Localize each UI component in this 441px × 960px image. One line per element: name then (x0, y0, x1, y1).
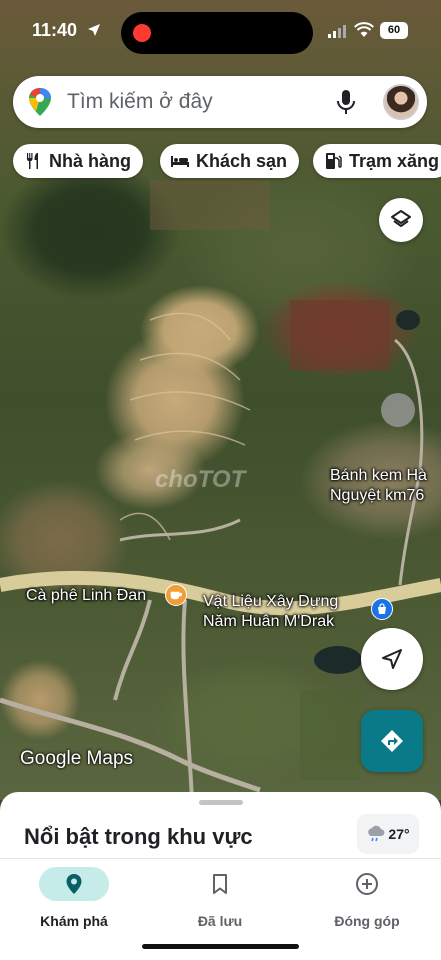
search-input[interactable]: Tìm kiếm ở đây (67, 90, 213, 114)
battery-indicator: 60 (380, 22, 408, 39)
navigation-arrow-icon (382, 649, 402, 669)
location-arrow-icon (88, 24, 100, 36)
category-chips: Nhà hàng Khách sạn Trạm xăng (0, 144, 441, 180)
add-circle-icon (356, 873, 378, 895)
nav-explore-pill (39, 867, 109, 901)
search-bar[interactable]: Tìm kiếm ở đây (13, 76, 427, 128)
nav-contribute-pill (332, 867, 402, 901)
google-maps-pin-icon (29, 88, 51, 116)
bakery-label-line1: Bánh kem Hà (330, 467, 427, 484)
weather-badge[interactable]: 27° (357, 814, 419, 854)
nav-saved[interactable]: Đã lưu (160, 867, 280, 937)
nav-explore[interactable]: Khám phá (14, 867, 134, 937)
chip-label: Nhà hàng (49, 150, 132, 171)
cellular-signal-icon (328, 25, 346, 38)
gas-pump-icon (326, 153, 342, 169)
poi-label-bakery[interactable]: Bánh kem Hà Nguyệt km76 (330, 466, 427, 506)
directions-button[interactable] (361, 710, 423, 772)
bookmark-icon (213, 874, 227, 894)
cafe-icon[interactable] (165, 584, 187, 606)
recording-indicator-icon (133, 24, 151, 42)
weather-temperature: 27° (388, 826, 410, 842)
watermark-text: choTOT (155, 466, 246, 493)
store-label-line2: Năm Huân M'Drak (203, 613, 335, 630)
nav-label: Đóng góp (334, 913, 400, 929)
sheet-drag-handle[interactable] (199, 800, 243, 805)
explore-pin-icon (66, 874, 82, 894)
chip-gas-stations[interactable]: Trạm xăng (313, 144, 441, 178)
sheet-title: Nổi bật trong khu vực (24, 824, 253, 849)
rain-cloud-icon (368, 825, 385, 842)
bakery-label-line2: Nguyệt km76 (330, 487, 425, 504)
dynamic-island (121, 12, 313, 54)
chip-label: Trạm xăng (349, 150, 440, 171)
nav-contribute[interactable]: Đóng góp (307, 867, 427, 937)
nav-label: Khám phá (40, 913, 108, 929)
layers-button[interactable] (379, 198, 423, 242)
layers-icon (391, 210, 411, 227)
status-time: 11:40 (32, 20, 78, 40)
bed-icon (171, 156, 189, 167)
my-location-button[interactable] (361, 628, 423, 690)
google-maps-logo: Google Maps (20, 748, 134, 769)
directions-icon (381, 730, 403, 752)
avatar[interactable] (383, 84, 419, 120)
nav-saved-pill (185, 867, 255, 901)
chip-label: Khách sạn (196, 150, 288, 171)
store-label-line1: Vật Liệu Xây Dựng (203, 593, 339, 610)
chip-restaurants[interactable]: Nhà hàng (13, 144, 144, 178)
chip-hotels[interactable]: Khách sạn (160, 144, 300, 178)
mic-icon[interactable] (335, 89, 357, 115)
shopping-bag-icon[interactable] (371, 598, 393, 620)
poi-label-store[interactable]: Vật Liệu Xây Dựng Năm Huân M'Drak (203, 592, 338, 632)
status-bar: 11:40 60 (0, 0, 441, 62)
fork-knife-icon (27, 153, 38, 169)
poi-label-cafe[interactable]: Cà phê Linh Đan (26, 586, 146, 606)
wifi-icon (354, 22, 374, 37)
home-indicator[interactable] (142, 944, 299, 949)
nav-label: Đã lưu (197, 913, 243, 929)
